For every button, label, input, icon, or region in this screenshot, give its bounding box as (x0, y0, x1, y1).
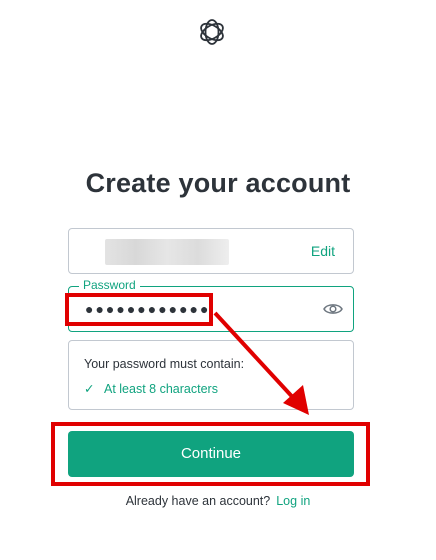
annotation-arrow (213, 311, 309, 415)
